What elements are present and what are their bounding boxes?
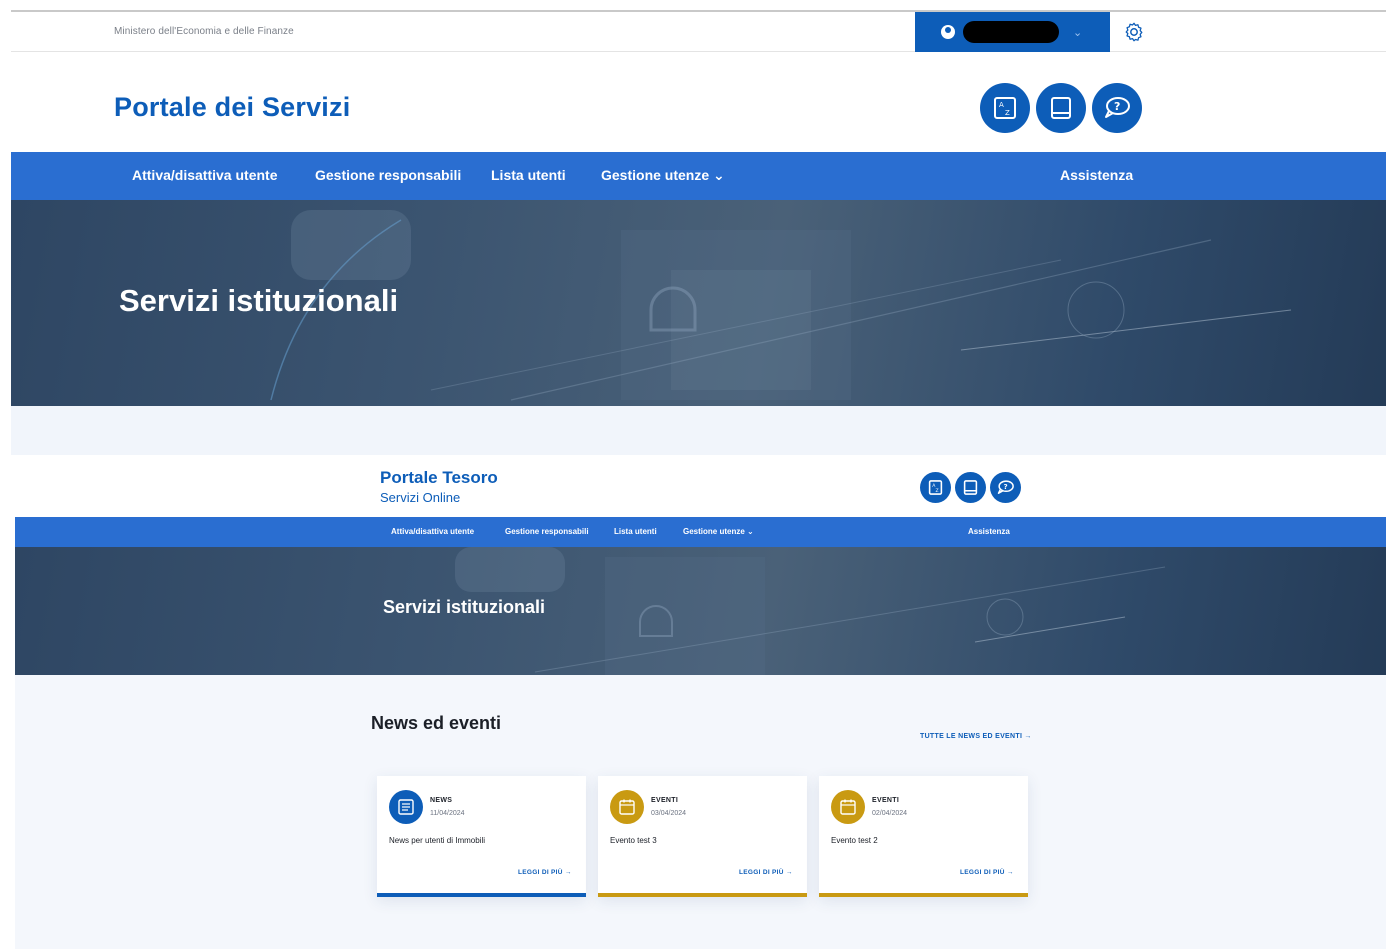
preview-nav-item-attiva-disattiva[interactable]: Attiva/disattiva utente [391, 527, 474, 536]
embedded-preview: Portale Tesoro Servizi Online AZ ? Attiv… [15, 455, 1386, 949]
event-card[interactable]: EVENTI 02/04/2024 Evento test 2 LEGGI DI… [819, 776, 1028, 897]
manual-icon[interactable] [1036, 83, 1086, 133]
calendar-icon [831, 790, 865, 824]
hero-title: Servizi istituzionali [119, 283, 399, 318]
preview-hero-banner: Servizi istituzionali [15, 547, 1386, 675]
preview-nav-item-gestione-utenze[interactable]: Gestione utenze ⌄ [683, 527, 754, 536]
browser-page: Ministero dell'Economia e delle Finanze … [11, 10, 1386, 949]
header-icon-group: AZ ? [980, 83, 1142, 133]
svg-text:?: ? [1114, 100, 1120, 113]
read-more-link[interactable]: LEGGI DI PIÙ → [739, 869, 793, 876]
card-accent-bar [819, 893, 1028, 897]
svg-text:?: ? [1004, 483, 1008, 491]
ministry-link[interactable]: Ministero dell'Economia e delle Finanze [114, 26, 294, 37]
preview-icon-group: AZ ? [920, 472, 1021, 503]
card-date: 11/04/2024 [430, 810, 465, 817]
nav-item-assistenza[interactable]: Assistenza [1060, 167, 1133, 183]
all-news-link[interactable]: TUTTE LE NEWS ED EVENTI → [920, 733, 1032, 740]
hero-banner: Servizi istituzionali [11, 200, 1386, 406]
event-card[interactable]: EVENTI 03/04/2024 Evento test 3 LEGGI DI… [598, 776, 807, 897]
preview-nav: Attiva/disattiva utente Gestione respons… [15, 517, 1386, 547]
preview-nav-item-assistenza[interactable]: Assistenza [968, 527, 1010, 536]
nav-item-lista-utenti[interactable]: Lista utenti [491, 167, 566, 183]
manual-icon[interactable] [955, 472, 986, 503]
read-more-link[interactable]: LEGGI DI PIÙ → [960, 869, 1014, 876]
calendar-icon [610, 790, 644, 824]
card-type-label: NEWS [430, 797, 453, 804]
site-title[interactable]: Portale dei Servizi [114, 92, 350, 123]
card-title[interactable]: News per utenti di Immobili [389, 836, 485, 845]
help-icon[interactable]: ? [990, 472, 1021, 503]
preview-site-title[interactable]: Portale Tesoro [380, 468, 498, 488]
preview-nav-item-lista-utenti[interactable]: Lista utenti [614, 527, 657, 536]
glossary-icon[interactable]: AZ [920, 472, 951, 503]
preview-site-subtitle: Servizi Online [380, 490, 461, 505]
section-spacer [11, 406, 1386, 455]
svg-text:Z: Z [936, 488, 939, 494]
glossary-icon[interactable]: AZ [980, 83, 1030, 133]
read-more-link[interactable]: LEGGI DI PIÙ → [518, 869, 572, 876]
news-card[interactable]: NEWS 11/04/2024 News per utenti di Immob… [377, 776, 586, 897]
main-nav: Attiva/disattiva utente Gestione respons… [11, 152, 1386, 200]
preview-hero-background-graphic [455, 547, 1166, 675]
news-section-title: News ed eventi [371, 713, 502, 733]
site-header: Portale dei Servizi AZ ? [11, 52, 1386, 152]
nav-item-gestione-responsabili[interactable]: Gestione responsabili [315, 167, 461, 183]
nav-item-gestione-utenze[interactable]: Gestione utenze ⌄ [601, 167, 725, 184]
card-accent-bar [377, 893, 586, 897]
preview-hero-title: Servizi istituzionali [383, 597, 546, 617]
svg-text:Z: Z [1005, 109, 1010, 117]
news-icon [389, 790, 423, 824]
nav-item-attiva-disattiva[interactable]: Attiva/disattiva utente [132, 167, 277, 183]
card-accent-bar [598, 893, 807, 897]
gear-icon[interactable] [1123, 21, 1145, 43]
card-type-label: EVENTI [872, 797, 900, 804]
card-title[interactable]: Evento test 3 [610, 836, 657, 845]
redacted-username [963, 21, 1059, 43]
preview-nav-item-gestione-responsabili[interactable]: Gestione responsabili [505, 527, 589, 536]
card-title[interactable]: Evento test 2 [831, 836, 878, 845]
user-icon [941, 25, 955, 39]
help-icon[interactable]: ? [1092, 83, 1142, 133]
card-type-label: EVENTI [651, 797, 679, 804]
top-bar: Ministero dell'Economia e delle Finanze … [11, 12, 1386, 52]
card-date: 02/04/2024 [872, 810, 908, 817]
user-menu-button[interactable]: ⌄ [915, 12, 1110, 52]
preview-header: Portale Tesoro Servizi Online AZ ? [15, 455, 1386, 517]
card-date: 03/04/2024 [651, 810, 687, 817]
chevron-down-icon: ⌄ [1073, 26, 1083, 39]
svg-text:A: A [932, 483, 936, 489]
svg-text:A: A [999, 101, 1004, 109]
